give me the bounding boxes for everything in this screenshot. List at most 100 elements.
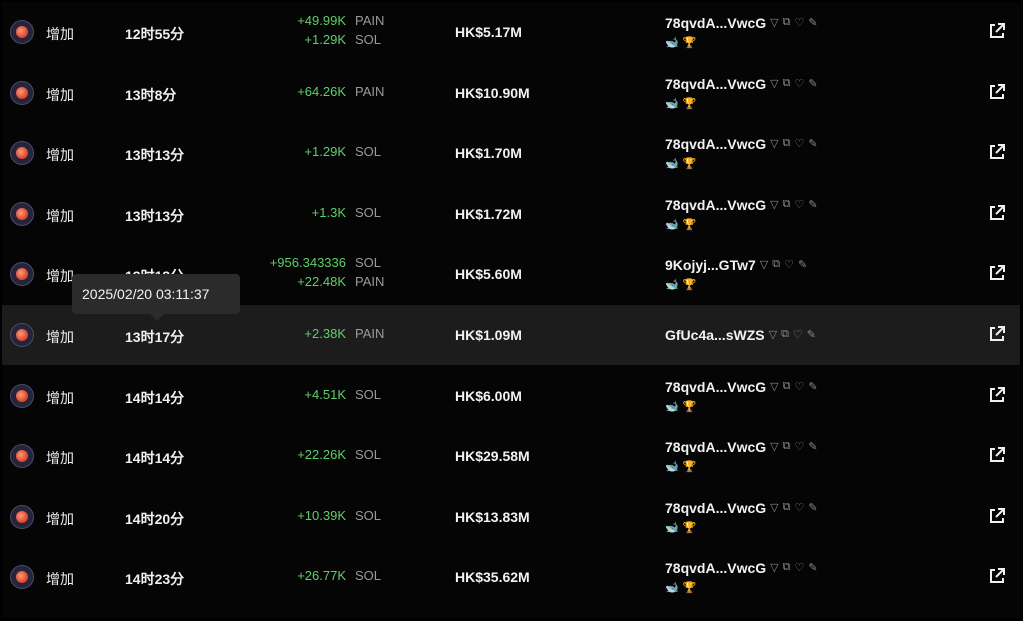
copy-icon[interactable]: ⧉	[783, 16, 791, 29]
pencil-icon[interactable]: ✎	[808, 16, 817, 29]
age-label[interactable]: 14时14分	[125, 448, 184, 468]
maker-address-link[interactable]: 78qvdA...VwcG	[665, 197, 766, 213]
maker-address-link[interactable]: 78qvdA...VwcG	[665, 379, 766, 395]
heart-icon[interactable]: ♡	[794, 440, 804, 453]
age-label[interactable]: 13时17分	[125, 327, 184, 347]
whale-tag-icon: 🐋	[665, 219, 679, 231]
pencil-icon[interactable]: ✎	[808, 380, 817, 393]
filter-icon[interactable]: ▽	[760, 258, 768, 271]
age-label[interactable]: 13时13分	[125, 145, 184, 165]
maker-address-link[interactable]: GfUc4a...sWZS	[665, 327, 765, 343]
pencil-icon[interactable]: ✎	[808, 198, 817, 211]
maker-tags: 🐋 🏆	[665, 460, 700, 474]
age-label[interactable]: 13时13分	[125, 206, 184, 226]
maker-address-link[interactable]: 78qvdA...VwcG	[665, 76, 766, 92]
pencil-icon[interactable]: ✎	[808, 440, 817, 453]
table-row[interactable]: 增加 13时13分 +1.3K SOL HK$1.72M 78qvdA...VwcG ▽ ⧉ ♡…	[2, 184, 1020, 244]
maker-cell: 78qvdA...VwcG ▽ ⧉ ♡ ✎ 🐋 🏆	[665, 63, 915, 123]
trophy-tag-icon: 🏆	[682, 98, 697, 110]
external-link-icon[interactable]	[988, 507, 1006, 525]
amount-line: +49.99K PAIN	[232, 13, 392, 31]
whale-tag-icon: 🐋	[665, 522, 679, 534]
heart-icon[interactable]: ♡	[794, 16, 804, 29]
amount-cell: +49.99K PAIN +1.29K SOL	[232, 2, 392, 62]
pencil-icon[interactable]: ✎	[808, 501, 817, 514]
heart-icon[interactable]: ♡	[794, 561, 804, 574]
table-row[interactable]: 增加 14时23分 +26.77K SOL HK$35.62M 78qvdA...VwcG…	[2, 547, 1020, 607]
pencil-icon[interactable]: ✎	[807, 328, 816, 341]
copy-icon[interactable]: ⧉	[783, 561, 791, 574]
maker-address-link[interactable]: 78qvdA...VwcG	[665, 15, 766, 31]
pencil-icon[interactable]: ✎	[808, 561, 817, 574]
copy-icon[interactable]: ⧉	[783, 77, 791, 90]
value-label: HK$6.00M	[455, 388, 522, 404]
maker-address-link[interactable]: 78qvdA...VwcG	[665, 560, 766, 576]
external-link-icon[interactable]	[988, 567, 1006, 585]
age-label[interactable]: 13时8分	[125, 85, 176, 105]
table-row[interactable]: 增加 14时20分 +10.39K SOL HK$13.83M 78qvdA...VwcG…	[2, 487, 1020, 547]
filter-icon[interactable]: ▽	[770, 77, 778, 90]
type-label: 增加	[46, 26, 74, 42]
amount-symbol: SOL	[355, 447, 382, 462]
amount-symbol: PAIN	[355, 84, 385, 99]
filter-icon[interactable]: ▽	[770, 561, 778, 574]
table-row[interactable]: 增加 13时8分 +64.26K PAIN HK$10.90M 78qvdA...VwcG…	[2, 63, 1020, 123]
external-link-icon[interactable]	[988, 22, 1006, 40]
heart-icon[interactable]: ♡	[794, 77, 804, 90]
copy-icon[interactable]: ⧉	[783, 137, 791, 150]
table-row[interactable]: 增加 14时14分 +4.51K SOL HK$6.00M 78qvdA...VwcG ▽ ⧉…	[2, 366, 1020, 426]
filter-icon[interactable]: ▽	[770, 380, 778, 393]
age-label[interactable]: 12时55分	[125, 24, 184, 44]
maker-address-link[interactable]: 78qvdA...VwcG	[665, 500, 766, 516]
table-row[interactable]: 增加 12时55分 +49.99K PAIN +1.29K SOL HK$5.17M 78qv…	[2, 2, 1020, 62]
age-label[interactable]: 14时20分	[125, 509, 184, 529]
heart-icon[interactable]: ♡	[794, 380, 804, 393]
copy-icon[interactable]: ⧉	[783, 440, 791, 453]
maker-address-link[interactable]: 9Kojyj...GTw7	[665, 257, 756, 273]
maker-address-link[interactable]: 78qvdA...VwcG	[665, 136, 766, 152]
copy-icon[interactable]: ⧉	[783, 198, 791, 211]
filter-icon[interactable]: ▽	[770, 501, 778, 514]
trophy-tag-icon: 🏆	[682, 279, 697, 291]
external-link-icon[interactable]	[988, 325, 1006, 343]
copy-icon[interactable]: ⧉	[781, 328, 789, 341]
trophy-tag-icon: 🏆	[682, 461, 697, 473]
external-link-icon[interactable]	[988, 386, 1006, 404]
value-label: HK$1.09M	[455, 327, 522, 343]
external-link-icon[interactable]	[988, 83, 1006, 101]
amount-line: +22.48K PAIN	[232, 274, 392, 292]
maker-tags: 🐋 🏆	[665, 521, 700, 535]
heart-icon[interactable]: ♡	[784, 258, 794, 271]
filter-icon[interactable]: ▽	[770, 440, 778, 453]
heart-icon[interactable]: ♡	[793, 328, 803, 341]
copy-icon[interactable]: ⧉	[783, 501, 791, 514]
pencil-icon[interactable]: ✎	[798, 258, 807, 271]
heart-icon[interactable]: ♡	[794, 501, 804, 514]
copy-icon[interactable]: ⧉	[772, 258, 780, 271]
type-label: 增加	[46, 571, 74, 587]
external-link-icon[interactable]	[988, 446, 1006, 464]
pencil-icon[interactable]: ✎	[808, 77, 817, 90]
trophy-tag-icon: 🏆	[682, 522, 697, 534]
amount-line: +1.3K SOL	[232, 205, 392, 223]
filter-icon[interactable]: ▽	[770, 16, 778, 29]
external-link-icon[interactable]	[988, 204, 1006, 222]
heart-icon[interactable]: ♡	[794, 198, 804, 211]
external-link-icon[interactable]	[988, 264, 1006, 282]
pencil-icon[interactable]: ✎	[808, 137, 817, 150]
copy-icon[interactable]: ⧉	[783, 380, 791, 393]
amount-value: +49.99K	[297, 13, 346, 28]
token-logo-icon	[10, 444, 34, 468]
age-label[interactable]: 14时14分	[125, 388, 184, 408]
maker-address-link[interactable]: 78qvdA...VwcG	[665, 439, 766, 455]
age-label[interactable]: 14时23分	[125, 569, 184, 589]
filter-icon[interactable]: ▽	[769, 328, 777, 341]
filter-icon[interactable]: ▽	[770, 137, 778, 150]
heart-icon[interactable]: ♡	[794, 137, 804, 150]
amount-symbol: SOL	[355, 32, 382, 47]
table-row[interactable]: 增加 14时14分 +22.26K SOL HK$29.58M 78qvdA...VwcG…	[2, 426, 1020, 486]
filter-icon[interactable]: ▽	[770, 198, 778, 211]
table-row[interactable]: 增加 13时13分 +1.29K SOL HK$1.70M 78qvdA...VwcG ▽ ⧉…	[2, 123, 1020, 183]
external-link-icon[interactable]	[988, 143, 1006, 161]
trophy-tag-icon: 🏆	[682, 401, 697, 413]
